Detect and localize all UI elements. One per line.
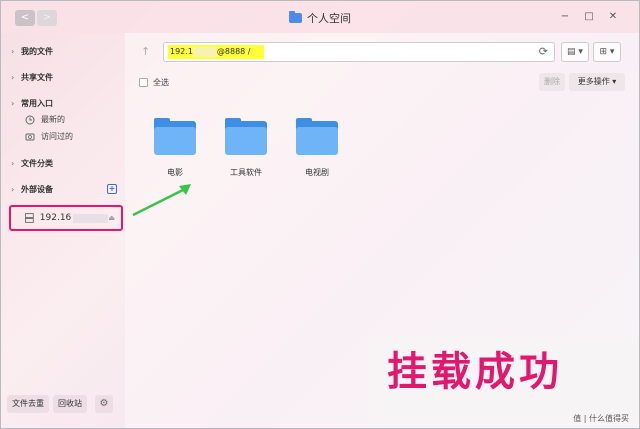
select-all-label: 全选 (153, 78, 169, 87)
sidebar: › 我的文件 › 共享文件 › 常用入口 最新的 访问过的 › 文件分类 › 外… (7, 37, 123, 425)
select-all-checkbox[interactable] (139, 78, 148, 87)
folder-item[interactable]: 电影 (145, 118, 205, 178)
sidebar-group-label: 常用入口 (21, 98, 53, 108)
masked-address (73, 213, 109, 223)
watermark: 值 | 什么值得买 (573, 414, 629, 423)
address-prefix: 192.1 (170, 47, 193, 56)
sidebar-group-label: 文件分类 (21, 158, 53, 168)
sidebar-item-device[interactable]: 192.16 ⏏ (9, 205, 123, 231)
chevron-right-icon: › (11, 46, 15, 56)
select-all[interactable]: 全选 (139, 77, 169, 88)
add-device-button[interactable]: + (107, 184, 117, 194)
more-actions-button[interactable]: 更多操作 ▾ (569, 73, 625, 91)
device-label: 192.16 (39, 213, 72, 223)
eject-icon[interactable]: ⏏ (108, 214, 115, 222)
masked-address (192, 46, 217, 57)
sidebar-group-label: 外部设备 (21, 184, 53, 194)
address-bar[interactable]: 192.1 @8888 / ⟳ (163, 42, 555, 62)
folder-icon (289, 11, 302, 23)
delete-button[interactable]: 删除 (539, 73, 565, 91)
chevron-right-icon: › (11, 72, 15, 82)
folder-item[interactable]: 电视剧 (287, 118, 347, 178)
clock-icon (25, 115, 35, 124)
chevron-right-icon: › (11, 158, 15, 168)
close-button[interactable]: ✕ (607, 11, 619, 23)
address-path: 192.1 @8888 / (168, 45, 264, 59)
server-icon (25, 213, 34, 223)
folder-icon (154, 118, 196, 155)
folder-item[interactable]: 工具软件 (216, 118, 276, 178)
window-title: 个人空间 (307, 12, 351, 25)
folder-icon (225, 118, 267, 155)
sidebar-item-label: 最新的 (41, 115, 65, 124)
refresh-icon[interactable]: ⟳ (539, 45, 548, 58)
sidebar-item-visited[interactable]: 访问过的 (7, 128, 123, 145)
gear-icon[interactable]: ⚙ (95, 395, 113, 413)
minimize-button[interactable]: − (559, 11, 571, 23)
maximize-button[interactable]: □ (583, 11, 595, 23)
green-arrow-annotation (132, 184, 191, 217)
folder-label: 工具软件 (230, 168, 262, 177)
folder-label: 电视剧 (305, 168, 329, 177)
title-bar: < > 个人空间 − □ ✕ (1, 1, 639, 33)
chevron-down-icon: › (11, 98, 15, 108)
list-view-button[interactable]: ▤ ▾ (561, 42, 589, 62)
history-icon (25, 133, 35, 140)
chevron-down-icon: › (11, 184, 15, 194)
folder-icon (296, 118, 338, 155)
sidebar-item-recent[interactable]: 最新的 (7, 111, 123, 128)
up-arrow-icon[interactable]: ↑ (141, 45, 150, 58)
sidebar-group-devices[interactable]: › 外部设备 + (7, 181, 123, 197)
dedupe-button[interactable]: 文件去重 (7, 395, 49, 413)
file-manager-window: < > 个人空间 − □ ✕ › 我的文件 › 共享文件 › 常用入口 最新的 … (0, 0, 640, 429)
recycle-bin-button[interactable]: 回收站 (53, 395, 87, 413)
address-suffix: @8888 / (216, 47, 251, 56)
sidebar-group-categories[interactable]: › 文件分类 (7, 155, 123, 171)
sidebar-group-label: 共享文件 (21, 72, 53, 82)
sidebar-bottom: 文件去重 回收站 ⚙ (7, 395, 123, 413)
folder-label: 电影 (167, 168, 183, 177)
sidebar-group-my-files[interactable]: › 我的文件 (7, 43, 123, 59)
grid-view-button[interactable]: ⊞ ▾ (593, 42, 621, 62)
sidebar-item-label: 访问过的 (41, 132, 73, 141)
sidebar-group-common[interactable]: › 常用入口 (7, 95, 123, 111)
sidebar-group-shared[interactable]: › 共享文件 (7, 69, 123, 85)
sidebar-group-label: 我的文件 (21, 46, 53, 56)
